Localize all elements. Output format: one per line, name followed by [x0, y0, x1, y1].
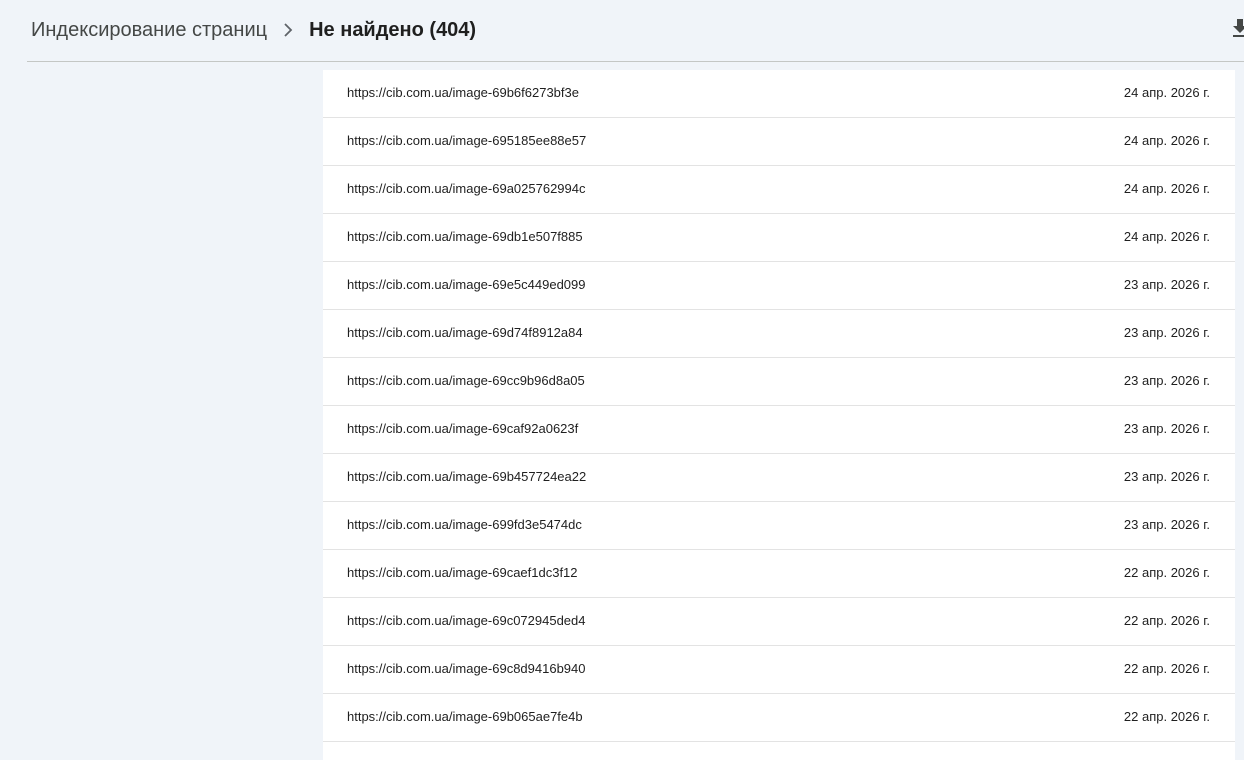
row-url: https://cib.com.ua/image-69b065ae7fe4b [347, 709, 583, 724]
table-row[interactable]: https://cib.com.ua/image-69b065ae7fe4b 2… [323, 694, 1235, 742]
row-date: 23 апр. 2026 г. [1123, 277, 1210, 292]
row-url: https://cib.com.ua/image-69caf92a0623f [347, 421, 579, 436]
row-date: 22 апр. 2026 г. [1123, 709, 1210, 724]
table-row[interactable]: https://cib.com.ua/image-69b6f6273bf3e 2… [323, 70, 1235, 118]
row-date: 23 апр. 2026 г. [1123, 325, 1210, 340]
row-url: https://cib.com.ua/image-695185ee88e57 [347, 133, 587, 148]
table-row[interactable]: https://cib.com.ua/image-69e5c449ed099 2… [323, 262, 1235, 310]
table-row[interactable]: https://cib.com.ua/image-69caef1dc3f12 2… [323, 550, 1235, 598]
row-date: 24 апр. 2026 г. [1123, 85, 1210, 100]
row-url: https://cib.com.ua/image-69b6f6273bf3e [347, 85, 579, 100]
row-date: 22 апр. 2026 г. [1123, 565, 1210, 580]
table-row[interactable]: https://cib.com.ua/image-69c072945ded4 2… [323, 598, 1235, 646]
row-date: 23 апр. 2026 г. [1123, 421, 1210, 436]
table-row[interactable]: https://cib.com.ua/image-69cc9b96d8a05 2… [323, 358, 1235, 406]
row-date: 24 апр. 2026 г. [1123, 133, 1210, 148]
breadcrumb-parent-link[interactable]: Индексирование страниц [31, 19, 267, 42]
download-icon[interactable] [1232, 19, 1244, 39]
row-url: https://cib.com.ua/image-69caef1dc3f12 [347, 565, 578, 580]
row-url: https://cib.com.ua/image-69b457724ea22 [347, 469, 587, 484]
row-date: 22 апр. 2026 г. [1123, 661, 1210, 676]
table-row[interactable]: https://cib.com.ua/image-69b457724ea22 2… [323, 454, 1235, 502]
table-row[interactable]: https://cib.com.ua/image-69d74f8912a84 2… [323, 310, 1235, 358]
url-table: https://cib.com.ua/image-69b6f6273bf3e 2… [323, 70, 1235, 760]
table-row[interactable]: https://cib.com.ua/image-695185ee88e57 2… [323, 118, 1235, 166]
row-date: 23 апр. 2026 г. [1123, 469, 1210, 484]
table-row[interactable]: https://cib.com.ua/image-69db1e507f885 2… [323, 214, 1235, 262]
row-date: 24 апр. 2026 г. [1123, 181, 1210, 196]
row-url: https://cib.com.ua/image-69c8d9416b940 [347, 661, 586, 676]
table-row[interactable]: https://cib.com.ua/image-69caf92a0623f 2… [323, 406, 1235, 454]
header-divider [27, 61, 1244, 62]
breadcrumb: Индексирование страниц Не найдено (404) [31, 18, 476, 42]
row-date: 23 апр. 2026 г. [1123, 517, 1210, 532]
row-url: https://cib.com.ua/image-69c072945ded4 [347, 613, 586, 628]
row-url: https://cib.com.ua/image-69d74f8912a84 [347, 325, 583, 340]
row-date: 22 апр. 2026 г. [1123, 613, 1210, 628]
row-url: https://cib.com.ua/image-69a025762994c [347, 181, 586, 196]
row-url: https://cib.com.ua/image-69e5c449ed099 [347, 277, 586, 292]
page-header: Индексирование страниц Не найдено (404) [0, 0, 1244, 61]
chevron-right-icon [267, 18, 309, 42]
table-row[interactable]: https://cib.com.ua/image-69a025762994c 2… [323, 166, 1235, 214]
row-url: https://cib.com.ua/image-699fd3e5474dc [347, 517, 582, 532]
row-url: https://cib.com.ua/image-69db1e507f885 [347, 229, 583, 244]
row-date: 23 апр. 2026 г. [1123, 373, 1210, 388]
row-url: https://cib.com.ua/image-69cc9b96d8a05 [347, 373, 585, 388]
table-row[interactable]: https://cib.com.ua/image-699fd3e5474dc 2… [323, 502, 1235, 550]
row-date: 24 апр. 2026 г. [1123, 229, 1210, 244]
table-row[interactable]: https://cib.com.ua/image-69c8d9416b940 2… [323, 646, 1235, 694]
page-title: Не найдено (404) [309, 18, 477, 41]
